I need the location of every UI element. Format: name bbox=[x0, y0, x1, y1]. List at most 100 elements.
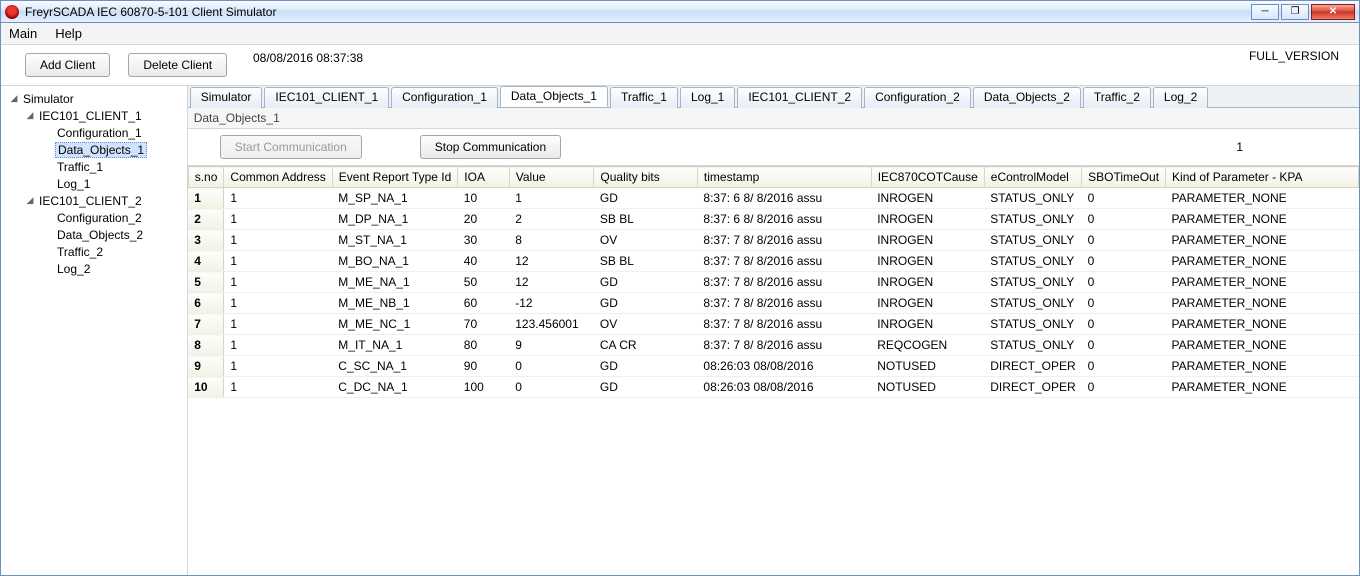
maximize-button[interactable]: ❐ bbox=[1281, 4, 1309, 20]
cell-ecm: STATUS_ONLY bbox=[984, 314, 1081, 335]
cell-qb: GD bbox=[594, 293, 698, 314]
cell-ts: 8:37: 7 8/ 8/2016 assu bbox=[697, 293, 871, 314]
col-kpa[interactable]: Kind of Parameter - KPA bbox=[1166, 167, 1359, 188]
menu-help[interactable]: Help bbox=[55, 26, 82, 41]
cell-ert: C_SC_NA_1 bbox=[332, 356, 458, 377]
cell-ioa: 30 bbox=[458, 230, 509, 251]
table-row[interactable]: 11M_SP_NA_1101GD8:37: 6 8/ 8/2016 assuIN… bbox=[188, 188, 1358, 209]
table-row[interactable]: 91C_SC_NA_1900GD08:26:03 08/08/2016NOTUS… bbox=[188, 356, 1358, 377]
add-client-button[interactable]: Add Client bbox=[25, 53, 110, 77]
datetime-label: 08/08/2016 08:37:38 bbox=[253, 51, 363, 65]
cell-cot: INROGEN bbox=[871, 293, 984, 314]
cell-ert: M_ME_NC_1 bbox=[332, 314, 458, 335]
tree-client-1[interactable]: ◢IEC101_CLIENT_1 bbox=[5, 107, 183, 124]
tree-configuration-1[interactable]: Configuration_1 bbox=[5, 124, 183, 141]
cell-ts: 08:26:03 08/08/2016 bbox=[697, 356, 871, 377]
collapse-icon[interactable]: ◢ bbox=[25, 195, 35, 206]
cell-val: 8 bbox=[509, 230, 594, 251]
cell-val: 2 bbox=[509, 209, 594, 230]
data-objects-table[interactable]: s.no Common Address Event Report Type Id… bbox=[188, 166, 1359, 398]
cell-ca: 1 bbox=[224, 209, 332, 230]
tab-configuration-2[interactable]: Configuration_2 bbox=[864, 87, 971, 108]
menu-main[interactable]: Main bbox=[9, 26, 37, 41]
stop-communication-button[interactable]: Stop Communication bbox=[420, 135, 561, 159]
tab-traffic-1[interactable]: Traffic_1 bbox=[610, 87, 678, 108]
col-common-address[interactable]: Common Address bbox=[224, 167, 332, 188]
col-econtrol-model[interactable]: eControlModel bbox=[984, 167, 1081, 188]
cell-ioa: 80 bbox=[458, 335, 509, 356]
tab-client-1[interactable]: IEC101_CLIENT_1 bbox=[264, 87, 389, 108]
tab-simulator[interactable]: Simulator bbox=[190, 87, 263, 108]
cell-ca: 1 bbox=[224, 377, 332, 398]
cell-sno: 1 bbox=[188, 188, 224, 209]
tree-log-1[interactable]: Log_1 bbox=[5, 175, 183, 192]
cell-ioa: 100 bbox=[458, 377, 509, 398]
cell-cot: INROGEN bbox=[871, 251, 984, 272]
tree-client-2[interactable]: ◢IEC101_CLIENT_2 bbox=[5, 192, 183, 209]
cell-kpa: PARAMETER_NONE bbox=[1166, 314, 1359, 335]
cell-val: -12 bbox=[509, 293, 594, 314]
tab-configuration-1[interactable]: Configuration_1 bbox=[391, 87, 498, 108]
cell-ca: 1 bbox=[224, 188, 332, 209]
navigation-tree[interactable]: ◢Simulator ◢IEC101_CLIENT_1 Configuratio… bbox=[1, 86, 188, 575]
cell-sno: 8 bbox=[188, 335, 224, 356]
delete-client-button[interactable]: Delete Client bbox=[128, 53, 227, 77]
collapse-icon[interactable]: ◢ bbox=[25, 110, 35, 121]
col-quality-bits[interactable]: Quality bits bbox=[594, 167, 698, 188]
tree-root[interactable]: ◢Simulator bbox=[5, 90, 183, 107]
table-row[interactable]: 31M_ST_NA_1308OV8:37: 7 8/ 8/2016 assuIN… bbox=[188, 230, 1358, 251]
table-row[interactable]: 41M_BO_NA_14012SB BL8:37: 7 8/ 8/2016 as… bbox=[188, 251, 1358, 272]
tab-strip: Simulator IEC101_CLIENT_1 Configuration_… bbox=[188, 86, 1359, 108]
cell-kpa: PARAMETER_NONE bbox=[1166, 272, 1359, 293]
tree-log-2[interactable]: Log_2 bbox=[5, 260, 183, 277]
tab-data-objects-2[interactable]: Data_Objects_2 bbox=[973, 87, 1081, 108]
cell-sno: 4 bbox=[188, 251, 224, 272]
table-row[interactable]: 81M_IT_NA_1809CA CR8:37: 7 8/ 8/2016 ass… bbox=[188, 335, 1358, 356]
cell-ert: M_ST_NA_1 bbox=[332, 230, 458, 251]
cell-ts: 8:37: 7 8/ 8/2016 assu bbox=[697, 335, 871, 356]
col-ioa[interactable]: IOA bbox=[458, 167, 509, 188]
cell-cot: NOTUSED bbox=[871, 377, 984, 398]
minimize-button[interactable]: ─ bbox=[1251, 4, 1279, 20]
col-event-report-type[interactable]: Event Report Type Id bbox=[332, 167, 458, 188]
col-value[interactable]: Value bbox=[509, 167, 594, 188]
tree-configuration-2[interactable]: Configuration_2 bbox=[5, 209, 183, 226]
cell-sno: 10 bbox=[188, 377, 224, 398]
cell-kpa: PARAMETER_NONE bbox=[1166, 209, 1359, 230]
col-sbo-timeout[interactable]: SBOTimeOut bbox=[1082, 167, 1166, 188]
cell-ca: 1 bbox=[224, 356, 332, 377]
tree-traffic-1[interactable]: Traffic_1 bbox=[5, 158, 183, 175]
tree-data-objects-2[interactable]: Data_Objects_2 bbox=[5, 226, 183, 243]
cell-ca: 1 bbox=[224, 293, 332, 314]
cell-sbo: 0 bbox=[1082, 272, 1166, 293]
tree-data-objects-1[interactable]: Data_Objects_1 bbox=[5, 141, 183, 158]
tab-log-1[interactable]: Log_1 bbox=[680, 87, 735, 108]
col-sno[interactable]: s.no bbox=[188, 167, 224, 188]
tab-traffic-2[interactable]: Traffic_2 bbox=[1083, 87, 1151, 108]
cell-sbo: 0 bbox=[1082, 188, 1166, 209]
cell-ts: 8:37: 7 8/ 8/2016 assu bbox=[697, 251, 871, 272]
col-timestamp[interactable]: timestamp bbox=[697, 167, 871, 188]
cell-cot: INROGEN bbox=[871, 188, 984, 209]
tab-client-2[interactable]: IEC101_CLIENT_2 bbox=[737, 87, 862, 108]
tree-traffic-2[interactable]: Traffic_2 bbox=[5, 243, 183, 260]
close-button[interactable]: ✕ bbox=[1311, 4, 1355, 20]
table-row[interactable]: 101C_DC_NA_11000GD08:26:03 08/08/2016NOT… bbox=[188, 377, 1358, 398]
cell-ecm: DIRECT_OPER bbox=[984, 356, 1081, 377]
col-cot-cause[interactable]: IEC870COTCause bbox=[871, 167, 984, 188]
cell-sno: 3 bbox=[188, 230, 224, 251]
cell-sno: 9 bbox=[188, 356, 224, 377]
collapse-icon[interactable]: ◢ bbox=[9, 93, 19, 104]
table-row[interactable]: 51M_ME_NA_15012GD8:37: 7 8/ 8/2016 assuI… bbox=[188, 272, 1358, 293]
cell-ioa: 60 bbox=[458, 293, 509, 314]
start-communication-button[interactable]: Start Communication bbox=[220, 135, 362, 159]
table-row[interactable]: 71M_ME_NC_170123.456001OV8:37: 7 8/ 8/20… bbox=[188, 314, 1358, 335]
table-row[interactable]: 61M_ME_NB_160-12GD8:37: 7 8/ 8/2016 assu… bbox=[188, 293, 1358, 314]
tab-log-2[interactable]: Log_2 bbox=[1153, 87, 1208, 108]
cell-ca: 1 bbox=[224, 251, 332, 272]
table-row[interactable]: 21M_DP_NA_1202SB BL8:37: 6 8/ 8/2016 ass… bbox=[188, 209, 1358, 230]
cell-kpa: PARAMETER_NONE bbox=[1166, 293, 1359, 314]
cell-cot: REQCOGEN bbox=[871, 335, 984, 356]
cell-sbo: 0 bbox=[1082, 209, 1166, 230]
tab-data-objects-1[interactable]: Data_Objects_1 bbox=[500, 86, 608, 107]
